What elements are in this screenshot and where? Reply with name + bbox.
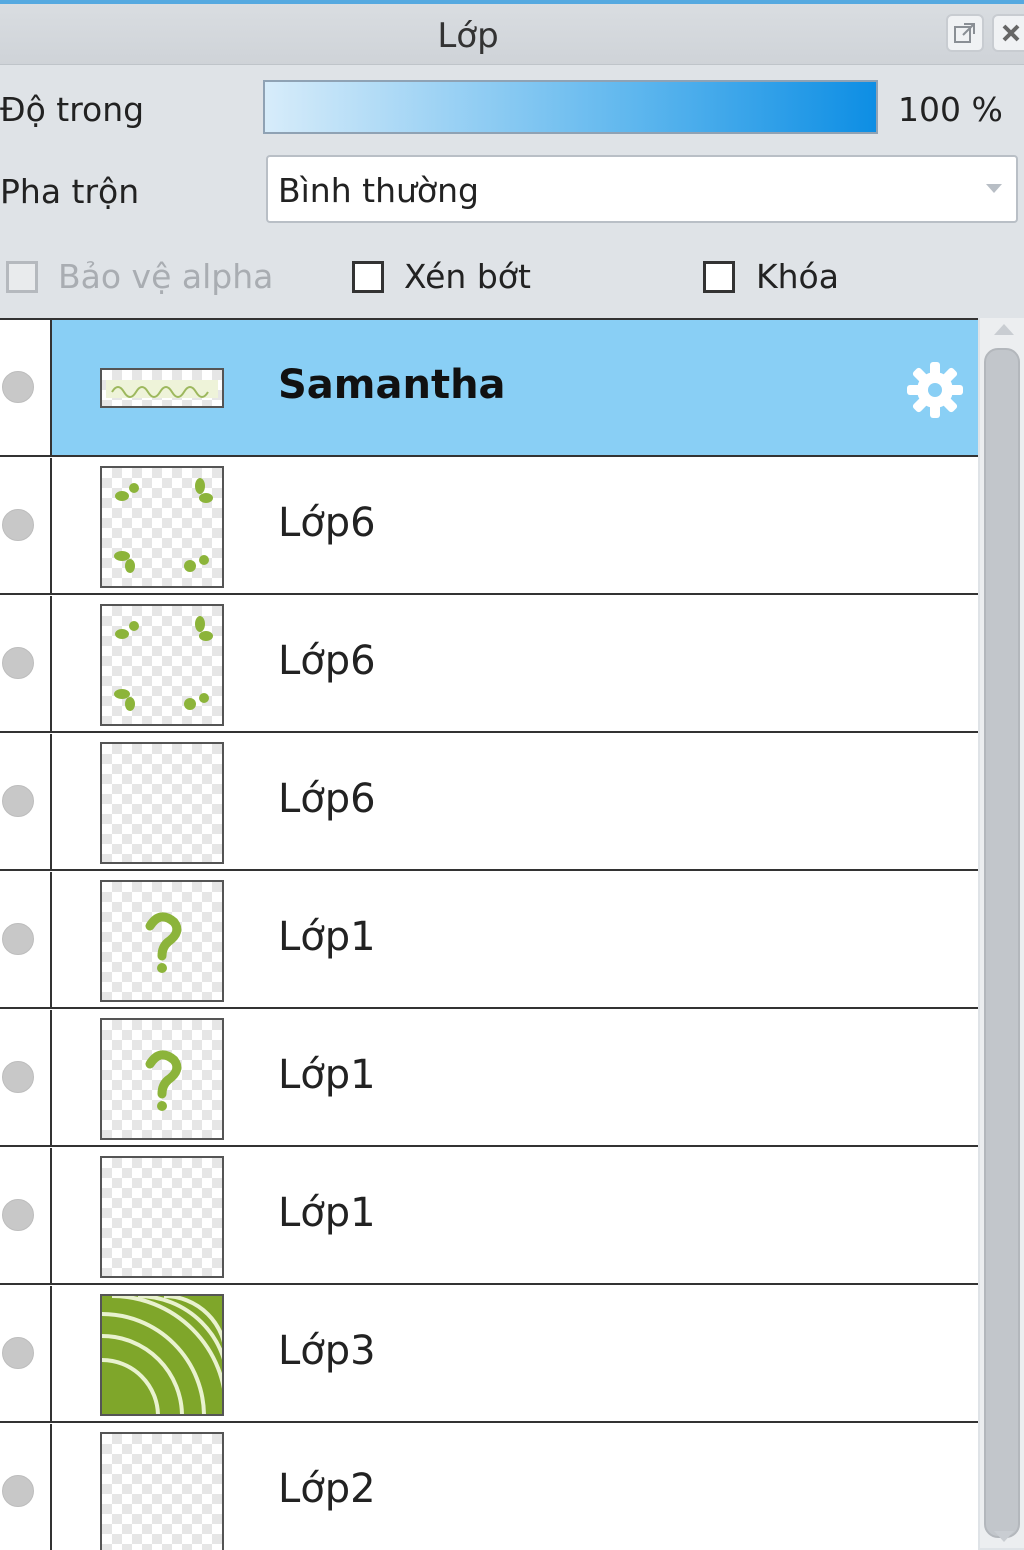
layer-thumbnail xyxy=(100,1294,224,1416)
visibility-column xyxy=(0,320,52,455)
protect-alpha-label: Bảo vệ alpha xyxy=(58,257,274,296)
visibility-dot-icon[interactable] xyxy=(2,647,34,679)
clipping-label: Xén bớt xyxy=(404,257,531,296)
protect-alpha-checkbox[interactable] xyxy=(6,261,38,293)
visibility-dot-icon[interactable] xyxy=(2,1337,34,1369)
layer-name: Lớp1 xyxy=(278,914,376,960)
visibility-column xyxy=(0,458,52,593)
visibility-column xyxy=(0,1424,52,1550)
visibility-dot-icon[interactable] xyxy=(2,1199,34,1231)
visibility-dot-icon[interactable] xyxy=(2,371,34,403)
layer-row[interactable]: Lớp1 xyxy=(0,872,978,1009)
visibility-column xyxy=(0,734,52,869)
layer-list-scrollbar[interactable] xyxy=(980,318,1024,1548)
gear-icon[interactable] xyxy=(903,358,967,422)
visibility-column xyxy=(0,1286,52,1421)
scroll-down-icon[interactable] xyxy=(994,1531,1014,1542)
popout-icon xyxy=(954,23,975,43)
visibility-dot-icon[interactable] xyxy=(2,923,34,955)
layer-list[interactable]: Samantha Lớp6 Lớp6 Lớp6 Lớp1 Lớp1 Lớp1 L… xyxy=(0,318,978,1550)
layer-thumbnail xyxy=(100,1432,224,1550)
layer-row[interactable]: Lớp6 xyxy=(0,458,978,595)
layer-row[interactable]: Lớp6 xyxy=(0,734,978,871)
layer-row[interactable]: Lớp1 xyxy=(0,1148,978,1285)
visibility-dot-icon[interactable] xyxy=(2,509,34,541)
layer-row[interactable]: Lớp6 xyxy=(0,596,978,733)
scroll-up-icon[interactable] xyxy=(994,324,1014,335)
layer-thumbnail xyxy=(100,1156,224,1278)
visibility-column xyxy=(0,872,52,1007)
layer-thumbnail xyxy=(100,604,224,726)
close-icon xyxy=(1002,24,1020,42)
layer-thumbnail xyxy=(100,742,224,864)
layer-thumbnail xyxy=(100,1018,224,1140)
lock-label: Khóa xyxy=(756,257,839,296)
close-button[interactable] xyxy=(992,14,1024,52)
chevron-down-icon xyxy=(986,184,1002,193)
layer-name: Lớp6 xyxy=(278,638,376,684)
opacity-label: Độ trong xyxy=(0,90,145,129)
visibility-column xyxy=(0,1148,52,1283)
layer-thumbnail xyxy=(100,880,224,1002)
lock-checkbox[interactable] xyxy=(703,261,735,293)
layer-name: Lớp6 xyxy=(278,500,376,546)
visibility-column xyxy=(0,596,52,731)
panel-title: Lớp xyxy=(437,16,499,56)
blend-label: Pha trộn xyxy=(0,172,140,211)
panel-title-bar[interactable]: Lớp xyxy=(0,4,1024,65)
layer-row[interactable]: Lớp3 xyxy=(0,1286,978,1423)
layer-row[interactable]: Lớp1 xyxy=(0,1010,978,1147)
layer-name: Lớp3 xyxy=(278,1328,376,1374)
clipping-checkbox[interactable] xyxy=(352,261,384,293)
blend-mode-value: Bình thường xyxy=(278,171,479,210)
layer-thumbnail xyxy=(100,368,224,408)
layer-name: Lớp2 xyxy=(278,1466,376,1512)
blend-mode-select[interactable]: Bình thường xyxy=(266,155,1018,223)
visibility-dot-icon[interactable] xyxy=(2,1475,34,1507)
layer-row[interactable]: Samantha xyxy=(0,320,978,457)
scrollbar-thumb[interactable] xyxy=(984,348,1020,1538)
opacity-slider[interactable] xyxy=(263,80,878,134)
layer-name: Lớp1 xyxy=(278,1190,376,1236)
visibility-column xyxy=(0,1010,52,1145)
visibility-dot-icon[interactable] xyxy=(2,785,34,817)
layer-thumbnail xyxy=(100,466,224,588)
visibility-dot-icon[interactable] xyxy=(2,1061,34,1093)
layer-name: Lớp6 xyxy=(278,776,376,822)
layer-name: Lớp1 xyxy=(278,1052,376,1098)
layer-name: Samantha xyxy=(278,362,506,408)
layer-row[interactable]: Lớp2 xyxy=(0,1424,978,1550)
popout-button[interactable] xyxy=(946,14,984,52)
opacity-value: 100 % xyxy=(898,90,1003,129)
